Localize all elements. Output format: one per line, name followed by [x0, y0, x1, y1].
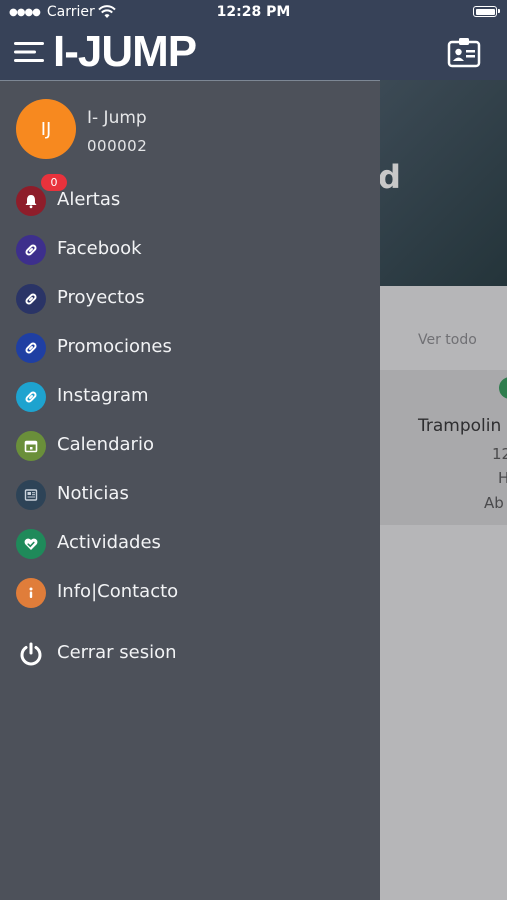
id-card-button[interactable]: [447, 36, 481, 68]
profile-header[interactable]: IJ I- Jump 000002: [0, 81, 380, 171]
background-hero-text: d: [378, 158, 401, 196]
menu-item-label: Calendario: [57, 434, 154, 455]
link-icon: [16, 235, 46, 265]
menu-item-label: Instagram: [57, 385, 149, 406]
top-bar: ●●●● Carrier 12:28 PM I-JUMP: [0, 0, 507, 80]
menu-item-label: Facebook: [57, 238, 142, 259]
menu-item-instagram[interactable]: Instagram: [0, 375, 380, 419]
heart-icon: [16, 529, 46, 559]
menu-item-info-contacto[interactable]: Info|Contacto: [0, 571, 380, 615]
link-icon: [16, 382, 46, 412]
bell-icon: 0: [16, 174, 67, 216]
menu-item-label: Actividades: [57, 532, 161, 553]
card-line-2: H: [498, 469, 507, 487]
profile-id: 000002: [87, 137, 148, 155]
hamburger-icon: [14, 42, 44, 62]
menu-item-label: Info|Contacto: [57, 581, 179, 602]
card-line-1: 12: [492, 445, 507, 463]
logout-button[interactable]: Cerrar sesion: [0, 632, 380, 676]
menu-item-actividades[interactable]: Actividades: [0, 522, 380, 566]
info-icon: [16, 578, 46, 608]
menu-item-facebook[interactable]: Facebook: [0, 228, 380, 272]
menu-item-label: Alertas: [57, 189, 121, 210]
power-icon: [16, 639, 46, 669]
link-icon: [16, 333, 46, 363]
see-all-link[interactable]: Ver todo: [418, 332, 477, 348]
newspaper-icon: [16, 480, 46, 510]
menu-item-proyectos[interactable]: Proyectos: [0, 277, 380, 321]
logout-label: Cerrar sesion: [57, 642, 177, 663]
status-bar: ●●●● Carrier 12:28 PM: [0, 0, 507, 26]
id-card-icon: [447, 38, 481, 68]
avatar: IJ: [16, 99, 76, 159]
menu-item-noticias[interactable]: Noticias: [0, 473, 380, 517]
card-line-3: Ab: [484, 494, 504, 512]
card-title: Trampolin: [418, 416, 502, 436]
status-time: 12:28 PM: [216, 4, 291, 20]
menu-item-alertas[interactable]: 0 Alertas: [0, 174, 380, 223]
app-logo: I-JUMP: [53, 27, 197, 76]
menu-item-label: Proyectos: [57, 287, 145, 308]
link-icon: [16, 284, 46, 314]
menu-button[interactable]: [14, 40, 44, 64]
menu-item-promociones[interactable]: Promociones: [0, 326, 380, 370]
profile-name: I- Jump: [87, 108, 147, 128]
side-drawer: IJ I- Jump 000002 0 Alertas Facebook Pro…: [0, 80, 380, 900]
menu-item-calendario[interactable]: Calendario: [0, 424, 380, 468]
menu-item-label: Promociones: [57, 336, 172, 357]
battery-icon: [473, 6, 500, 17]
calendar-icon: [16, 431, 46, 461]
menu-item-label: Noticias: [57, 483, 129, 504]
